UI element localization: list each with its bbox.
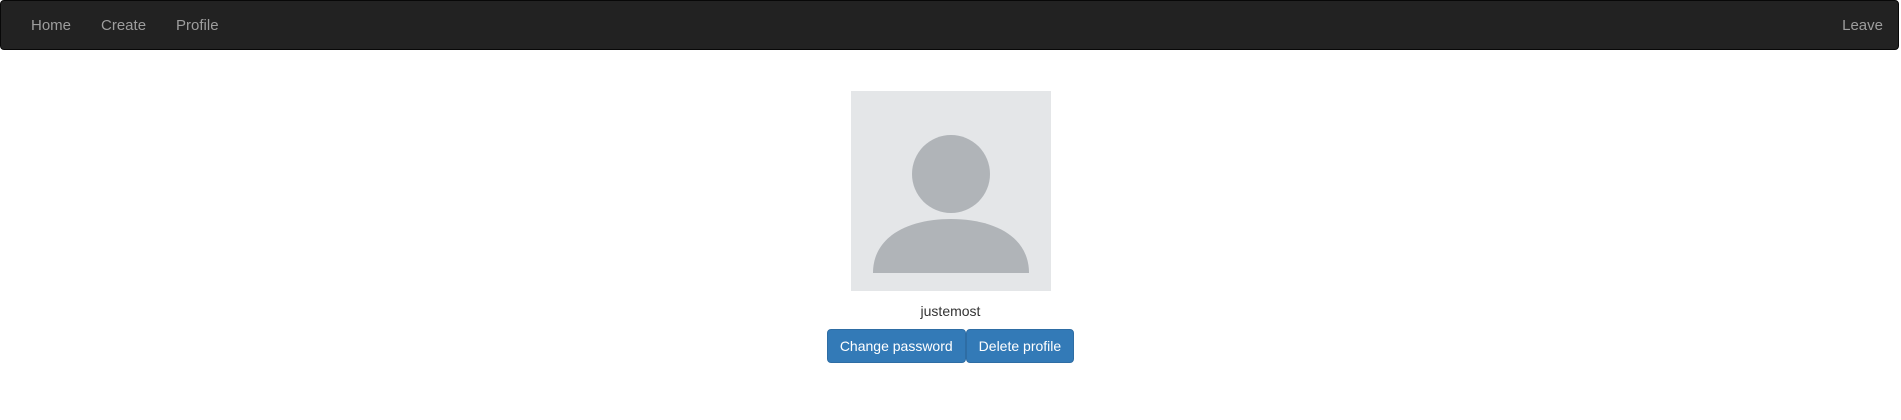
- profile-panel: justemost Change password Delete profile: [0, 91, 1901, 363]
- nav-link-leave[interactable]: Leave: [1827, 1, 1898, 51]
- nav-link-home[interactable]: Home: [16, 1, 86, 51]
- user-silhouette-icon: [872, 135, 1029, 273]
- avatar-body: [872, 219, 1029, 273]
- username: justemost: [920, 303, 981, 319]
- navbar: Home Create Profile Leave: [0, 0, 1899, 50]
- avatar-head: [911, 135, 990, 213]
- nav-link-profile[interactable]: Profile: [161, 1, 234, 51]
- nav-links: Home Create Profile: [16, 1, 234, 51]
- profile-actions: Change password Delete profile: [826, 329, 1075, 363]
- delete-profile-button[interactable]: Delete profile: [965, 329, 1075, 363]
- nav-right: Leave: [1827, 1, 1898, 51]
- change-password-button[interactable]: Change password: [826, 329, 966, 363]
- nav-link-create[interactable]: Create: [86, 1, 161, 51]
- avatar: [850, 91, 1051, 291]
